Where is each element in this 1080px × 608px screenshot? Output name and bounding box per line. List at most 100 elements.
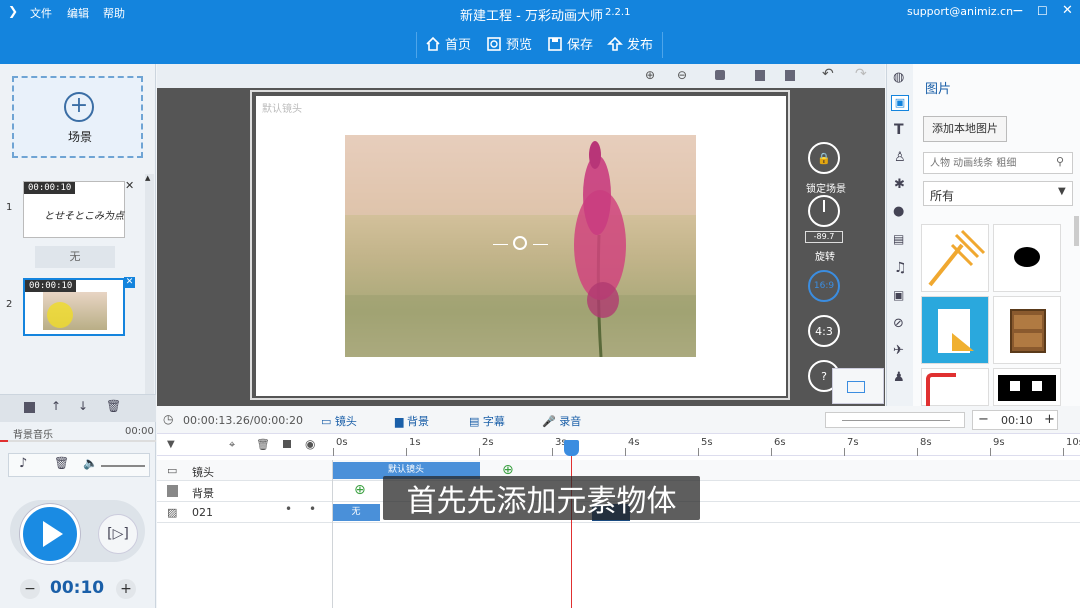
image-icon[interactable]: ▣ <box>891 95 909 111</box>
zoom-minus-icon[interactable]: − <box>978 412 989 427</box>
duration-plus-button[interactable]: + <box>116 579 136 599</box>
move-down-icon[interactable]: ↓ <box>78 399 88 413</box>
music-progress[interactable] <box>0 440 156 442</box>
account-label[interactable]: support@animiz.cn <box>907 5 1013 18</box>
delete-icon[interactable]: 🗑 <box>256 438 270 451</box>
tab-subtitle[interactable]: ▤ 字幕 <box>469 413 505 429</box>
delete-scene-icon[interactable]: ✕ <box>125 179 134 192</box>
save-button[interactable]: 保存 <box>547 34 593 53</box>
element-clip[interactable]: 无 <box>332 504 380 521</box>
mini-preview[interactable] <box>832 368 884 404</box>
add-keyframe-icon[interactable]: ⊕ <box>354 482 366 498</box>
track-label: 021 <box>192 506 213 519</box>
ruler-tick <box>625 448 626 456</box>
ruler-tick <box>771 448 772 456</box>
time-ruler[interactable]: 0s1s2s3s4s5s6s7s8s9s10s <box>333 434 1080 456</box>
preview-label: 预览 <box>506 38 533 53</box>
link-icon[interactable]: ⊘ <box>893 316 904 331</box>
redo-icon[interactable]: ↷ <box>855 66 867 82</box>
zoom-out-icon[interactable]: ⊖ <box>677 68 687 82</box>
lock-icon[interactable] <box>715 70 725 80</box>
video-icon[interactable]: ▣ <box>893 288 904 302</box>
save-label: 保存 <box>567 38 594 53</box>
scene-scrollbar[interactable]: ▲ <box>145 174 154 394</box>
image-item-cabinet[interactable] <box>993 296 1061 364</box>
zoom-in-icon[interactable]: ⊕ <box>645 68 655 82</box>
preview-icon <box>487 36 501 51</box>
zoom-stepper[interactable]: − 00:10 + <box>972 410 1058 430</box>
publish-button[interactable]: 发布 <box>607 34 653 53</box>
paste-icon[interactable] <box>785 70 795 81</box>
timeline-header: ◷ 00:00:13.26/00:00:20 ▭ 镜头 ▆ 背景 ▤ 字幕 🎤 … <box>157 406 1080 434</box>
music-trash-icon[interactable]: 🗑 <box>54 456 69 470</box>
undo-icon[interactable]: ↶ <box>822 66 834 82</box>
add-keyframe-icon[interactable]: ⌖ <box>229 438 235 452</box>
media-icon[interactable]: ▤ <box>893 232 904 246</box>
copy-icon[interactable] <box>755 70 765 81</box>
delete-scene-icon[interactable]: ✕ <box>124 277 135 288</box>
image-item-bubble[interactable] <box>993 224 1061 292</box>
image-item-document[interactable] <box>921 296 989 364</box>
scene-duration-value[interactable]: 00:10 <box>50 578 104 598</box>
ratio-16-9-button[interactable]: 16:9 <box>808 270 840 302</box>
track-dot-icon[interactable]: • <box>285 502 292 516</box>
eye-icon[interactable]: ◉ <box>305 437 315 451</box>
scene-thumb-2[interactable]: 00:00:10 <box>23 278 125 336</box>
menu-edit[interactable]: 编辑 <box>67 5 89 21</box>
copy-scene-icon[interactable] <box>24 402 35 413</box>
character-icon[interactable]: ♙ <box>894 150 906 165</box>
volume-icon[interactable]: 🔈 <box>83 456 98 470</box>
tab-background[interactable]: ▆ 背景 <box>395 413 429 429</box>
flower-image[interactable] <box>345 135 696 358</box>
category-select[interactable]: 所有 ▼ <box>923 181 1073 206</box>
add-local-image-button[interactable]: 添加本地图片 <box>923 116 1007 142</box>
trash-icon[interactable]: 🗑 <box>106 399 121 413</box>
rotate-dial-icon[interactable] <box>808 195 840 227</box>
close-icon[interactable]: ✕ <box>1062 3 1073 18</box>
track-dot-icon[interactable]: • <box>309 502 316 516</box>
music-icon[interactable]: ♫ <box>894 260 907 276</box>
panel-scrollbar[interactable] <box>1074 216 1079 246</box>
image-item-film[interactable] <box>993 368 1061 406</box>
anchor-icon[interactable] <box>513 236 527 250</box>
image-item-fork[interactable] <box>921 224 989 292</box>
shape-icon[interactable]: ◍ <box>893 70 904 85</box>
tab-camera[interactable]: ▭ 镜头 <box>321 413 357 429</box>
transition-button[interactable]: 无 <box>35 246 115 268</box>
plane-icon[interactable]: ✈ <box>893 343 904 358</box>
duration-minus-button[interactable]: − <box>20 579 40 599</box>
tab-record[interactable]: 🎤 录音 <box>542 413 581 429</box>
move-up-icon[interactable]: ↑ <box>51 399 61 413</box>
volume-slider[interactable] <box>101 465 145 467</box>
bubble-icon[interactable]: ● <box>893 204 904 219</box>
minimize-icon[interactable]: − <box>1012 3 1024 19</box>
playhead[interactable] <box>571 446 572 608</box>
search-icon[interactable]: ⚲ <box>1056 155 1064 168</box>
play-button[interactable] <box>20 504 80 564</box>
menu-help[interactable]: 帮助 <box>103 5 125 21</box>
music-add-icon[interactable]: ♪ <box>19 456 27 471</box>
scene-thumb-1[interactable]: 00:00:10 とせそとこみ为点 <box>23 181 125 238</box>
ratio-4-3-button[interactable]: 4:3 <box>808 315 840 347</box>
preview-scene-icon[interactable]: [▷] <box>98 514 138 554</box>
menu-file[interactable]: 文件 <box>30 5 52 21</box>
zoom-plus-icon[interactable]: + <box>1044 412 1055 427</box>
lock-all-icon[interactable] <box>283 440 291 448</box>
zoom-slider[interactable] <box>825 412 965 428</box>
ruler-tick <box>990 448 991 456</box>
add-scene-button[interactable]: + 场景 <box>12 76 143 158</box>
lock-scene-icon[interactable]: 🔒 <box>808 142 840 174</box>
home-button[interactable]: 首页 <box>425 34 471 53</box>
preview-button[interactable]: 预览 <box>486 34 532 53</box>
rotate-value[interactable]: -89.7 <box>805 231 843 243</box>
filter-icon[interactable]: ▼ <box>167 439 175 450</box>
scroll-up-icon[interactable]: ▲ <box>145 174 150 182</box>
playhead-handle[interactable] <box>564 440 579 456</box>
maximize-icon[interactable]: ☐ <box>1037 4 1048 18</box>
search-input[interactable] <box>923 152 1073 174</box>
text-icon[interactable]: T <box>894 122 904 138</box>
effect-icon[interactable]: ✱ <box>894 177 905 192</box>
people-icon[interactable]: ♟ <box>893 370 905 385</box>
image-item-frame[interactable] <box>921 368 989 407</box>
ruler-tick-label: 8s <box>920 437 932 448</box>
